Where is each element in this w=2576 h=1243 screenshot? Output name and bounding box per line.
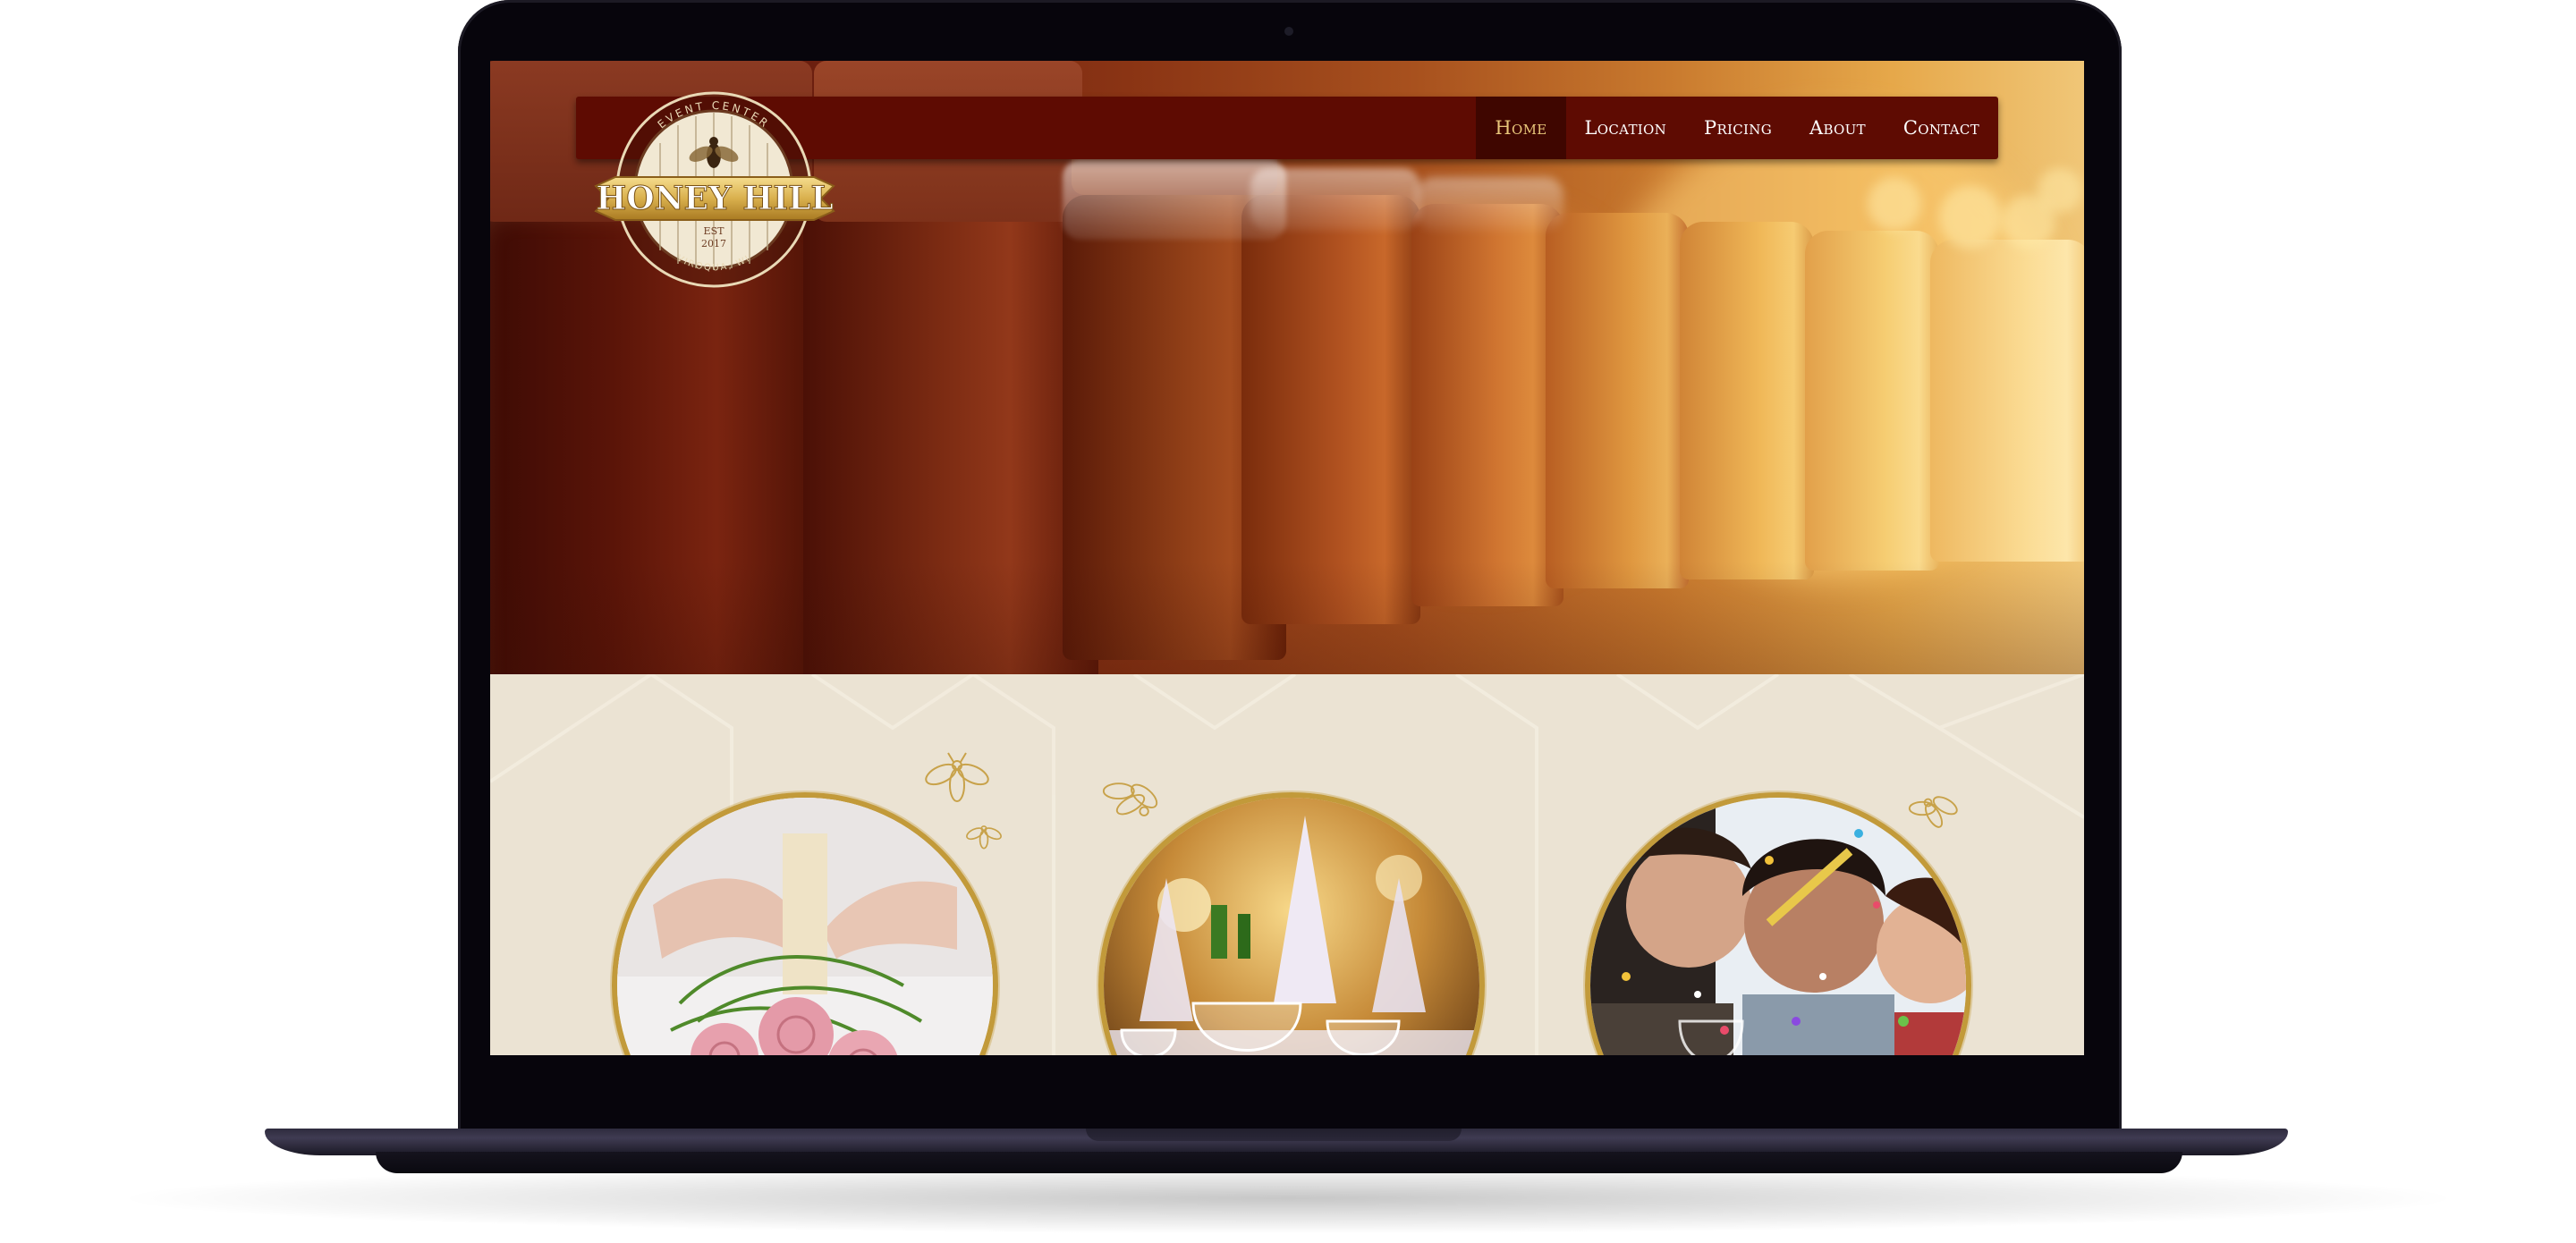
features-section [490, 674, 2084, 1055]
browser-viewport: Home Location Pricing About Contact EVEN… [490, 61, 2084, 1055]
gold-bee-icon [1102, 782, 1158, 816]
honey-hill-logo-emblem: EVENT CENTER HONEY HILL EST 2017 VIROQUA… [594, 91, 835, 288]
nav-item-pricing[interactable]: Pricing [1685, 97, 1791, 159]
laptop-shadow [107, 1163, 2469, 1234]
laptop-hinge-notch [1086, 1129, 1462, 1141]
hero-banner: Home Location Pricing About Contact EVEN… [490, 61, 2084, 674]
gold-bee-small-icon [966, 825, 1002, 850]
gold-bee-icon [925, 752, 989, 802]
logo-name: HONEY HILL [596, 180, 833, 217]
nav-menu: Home Location Pricing About Contact [1476, 97, 1998, 159]
camera-icon [1284, 27, 1293, 36]
nav-item-contact[interactable]: Contact [1885, 97, 1998, 159]
nav-item-about[interactable]: About [1791, 97, 1885, 159]
logo-year: 2017 [701, 238, 726, 249]
gold-bee-icon [1908, 796, 1958, 828]
nav-item-location[interactable]: Location [1566, 97, 1685, 159]
logo-est: EST [704, 225, 725, 237]
nav-item-home[interactable]: Home [1476, 97, 1566, 159]
site-logo[interactable]: EVENT CENTER HONEY HILL EST 2017 VIROQUA… [589, 80, 841, 288]
laptop-base-bottom [376, 1152, 2182, 1173]
